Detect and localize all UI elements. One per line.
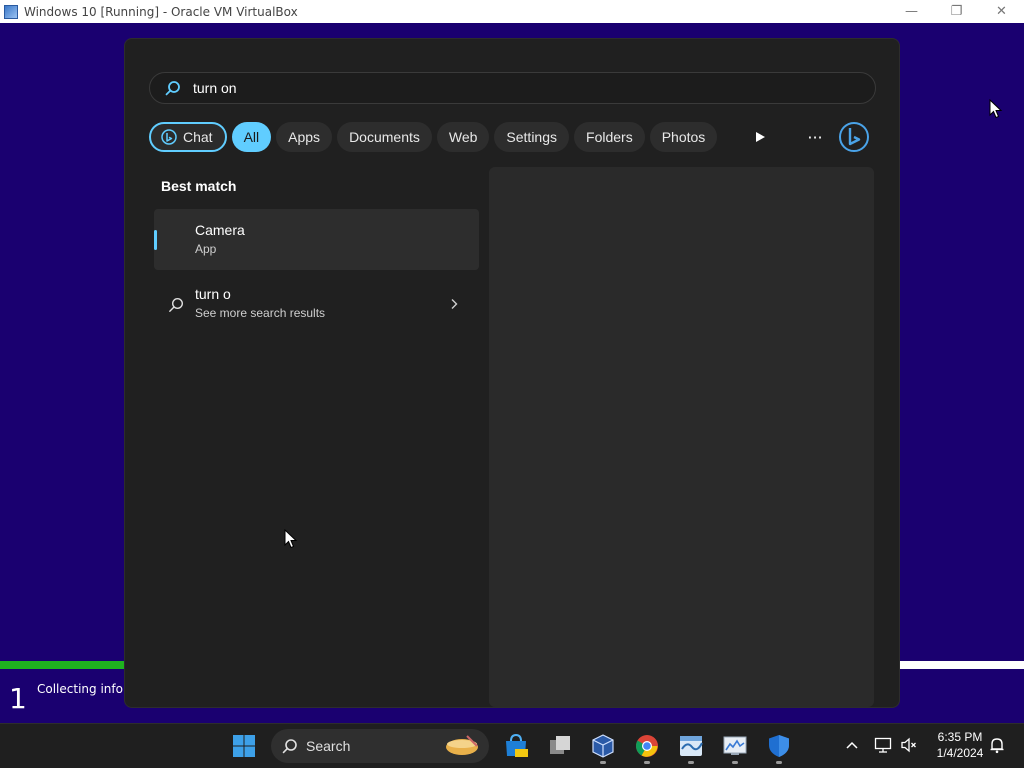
restore-button[interactable]: ❐ — [934, 0, 979, 23]
task-view-icon[interactable] — [547, 733, 573, 759]
taskbar-search-label: Search — [306, 738, 351, 754]
preview-pane — [489, 167, 874, 707]
chevron-up-icon[interactable] — [845, 740, 859, 750]
taskbar-clock[interactable]: 6:35 PM 1/4/2024 — [930, 729, 990, 761]
selection-accent — [154, 230, 157, 250]
wireshark-icon[interactable] — [678, 733, 704, 759]
chevron-right-icon — [451, 299, 458, 309]
running-indicator — [644, 761, 650, 764]
best-match-heading: Best match — [161, 178, 237, 194]
filter-chat[interactable]: Chat — [149, 122, 227, 152]
search-icon — [282, 739, 297, 754]
running-indicator — [776, 761, 782, 764]
setup-step-number: 1 — [9, 682, 27, 715]
filter-photos[interactable]: Photos — [649, 122, 718, 152]
setup-progress-fill — [0, 661, 130, 669]
running-indicator — [688, 761, 694, 764]
filter-documents[interactable]: Documents — [337, 122, 432, 152]
microsoft-store-icon[interactable] — [503, 733, 529, 759]
running-indicator — [732, 761, 738, 764]
result-subtitle: App — [195, 242, 217, 256]
bing-icon[interactable] — [838, 121, 870, 153]
play-arrow-icon — [756, 132, 765, 142]
start-search-panel: Chat All Apps Documents Web Settings Fol… — [124, 38, 900, 708]
best-match-result[interactable]: Camera App — [154, 209, 479, 270]
filter-settings[interactable]: Settings — [494, 122, 570, 152]
web-result-title: turn o — [195, 286, 231, 302]
virtualbox-app-icon — [4, 4, 18, 19]
notification-bell-icon[interactable] — [988, 736, 1006, 754]
search-icon — [165, 81, 180, 96]
window-title: Windows 10 [Running] - Oracle VM Virtual… — [24, 4, 298, 19]
minimize-button[interactable]: — — [889, 0, 934, 23]
mouse-cursor-icon — [284, 529, 298, 549]
monitor-icon[interactable] — [722, 733, 748, 759]
filter-chat-label: Chat — [183, 129, 213, 145]
search-input[interactable] — [193, 80, 793, 96]
windows-start-icon[interactable] — [232, 734, 256, 758]
speaker-muted-icon[interactable] — [900, 736, 918, 754]
more-options-button[interactable]: ··· — [803, 127, 827, 147]
filter-web[interactable]: Web — [436, 122, 490, 152]
bing-chat-icon — [161, 129, 177, 145]
search-filter-bar: Chat All Apps Documents Web Settings Fol… — [149, 120, 722, 154]
clock-date: 1/4/2024 — [936, 746, 984, 760]
filter-all[interactable]: All — [231, 122, 272, 152]
taskbar-search-box[interactable]: Search — [271, 729, 489, 763]
setup-status-text: Collecting inforn — [37, 682, 136, 696]
search-box[interactable] — [149, 72, 876, 104]
chrome-icon[interactable] — [634, 733, 660, 759]
network-icon[interactable] — [874, 736, 892, 754]
web-search-result[interactable]: turn o See more search results — [154, 280, 479, 330]
mouse-cursor-icon — [989, 99, 1003, 119]
filter-apps[interactable]: Apps — [276, 122, 333, 152]
more-filters-arrow-button[interactable] — [750, 127, 770, 147]
filter-folders[interactable]: Folders — [574, 122, 645, 152]
taskbar: Search 6:35 PM 1/4/2024 — [0, 723, 1024, 768]
defender-icon[interactable] — [766, 733, 792, 759]
close-button[interactable]: ✕ — [979, 0, 1024, 23]
window-controls: — ❐ ✕ — [889, 0, 1024, 23]
clock-time: 6:35 PM — [937, 730, 983, 744]
search-icon — [169, 297, 184, 312]
running-indicator — [600, 761, 606, 764]
virtualbox-icon[interactable] — [590, 733, 616, 759]
search-highlight-icon — [446, 735, 478, 755]
virtualbox-title-bar: Windows 10 [Running] - Oracle VM Virtual… — [0, 0, 1024, 24]
result-title: Camera — [195, 222, 245, 238]
web-result-subtitle: See more search results — [195, 306, 326, 320]
